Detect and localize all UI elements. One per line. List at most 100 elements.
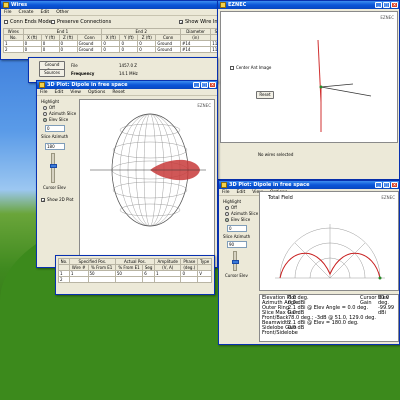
menu-other[interactable]: Other (56, 9, 69, 15)
info-value: -99.99 dBi (378, 305, 395, 316)
highlight-label: Highlight (223, 199, 242, 204)
table-cell[interactable]: Ground (155, 46, 182, 53)
polar-grid (275, 224, 385, 279)
table-cell[interactable]: 0 (119, 46, 139, 53)
table-cell[interactable] (114, 276, 144, 283)
conn-ends-option[interactable]: Conn Ends Mode (4, 19, 52, 25)
close-button[interactable]: × (391, 182, 398, 188)
table-cell[interactable]: 2 (3, 46, 24, 53)
slider-thumb[interactable] (232, 260, 239, 264)
menu-view[interactable]: View (70, 89, 81, 95)
x-axis (320, 83, 354, 88)
radio-elev[interactable]: Elev Slice (225, 217, 250, 222)
sources-button[interactable]: Sources (39, 69, 65, 77)
minimize-button[interactable]: _ (375, 2, 382, 8)
frequency-label: Frequency (71, 71, 95, 76)
close-button[interactable]: × (391, 2, 398, 8)
table-cell[interactable] (180, 276, 199, 283)
table-cell[interactable] (197, 276, 212, 283)
subcol: Wire # (68, 264, 89, 271)
slice-azimuth-spinner[interactable]: 0 (227, 225, 247, 232)
view-titlebar[interactable]: EZNEC _ □ × (218, 1, 399, 9)
table-cell[interactable]: 0 (40, 46, 60, 53)
cursor-marker (378, 276, 382, 280)
polar-plot-window: 3D Plot: Dipole in free space _ □ × File… (218, 180, 400, 345)
info-value: 0.0 dB (288, 325, 305, 331)
radio-azimuth-button[interactable] (43, 112, 47, 116)
maximize-button[interactable]: □ (201, 82, 208, 88)
center-ant-checkbox-area[interactable]: Center Ant Image (230, 65, 271, 70)
menu-options[interactable]: Options (88, 89, 105, 95)
maximize-button[interactable]: □ (383, 182, 390, 188)
menu-edit[interactable]: Edit (55, 89, 64, 95)
table-cell[interactable] (87, 276, 116, 283)
conn-ends-checkbox[interactable] (4, 19, 8, 24)
table-cell[interactable]: 0 (137, 46, 157, 53)
polar-titlebar[interactable]: 3D Plot: Dipole in free space _ □ × (219, 181, 399, 189)
polar-canvas[interactable]: Total Field EZNEC (259, 191, 399, 291)
table-cell[interactable] (68, 276, 89, 283)
menu-file[interactable]: File (4, 9, 12, 15)
menu-create[interactable]: Create (19, 9, 34, 15)
show-insulation-checkbox[interactable] (179, 19, 183, 24)
menu-edit[interactable]: Edit (40, 9, 49, 15)
menu-file[interactable]: File (222, 189, 230, 195)
radio-elev-button[interactable] (225, 218, 229, 222)
cursor-elev-spinner[interactable]: 180 (45, 143, 65, 150)
radio-off-button[interactable] (43, 106, 47, 110)
table-cell[interactable]: 0 (101, 46, 121, 53)
maximize-button[interactable]: □ (383, 2, 390, 8)
table-cell[interactable]: Ground (76, 46, 103, 53)
table-cell[interactable] (154, 276, 182, 283)
plot3d-canvas[interactable]: EZNEC (79, 99, 215, 265)
reset-button[interactable]: Reset (256, 91, 274, 99)
minimize-button[interactable]: _ (193, 82, 200, 88)
slice-azimuth-spinner[interactable]: 0 (45, 125, 65, 132)
cursor-elev-slider[interactable] (232, 251, 239, 271)
table-cell[interactable]: 0 (58, 46, 78, 53)
plot3d-titlebar[interactable]: 3D Plot: Dipole in free space _ □ × (37, 81, 217, 89)
table-cell[interactable]: #14 (180, 46, 212, 53)
show-2d-option[interactable]: Show 2D Plot (41, 197, 74, 202)
view-canvas[interactable]: EZNEC (220, 11, 398, 143)
file-value: 1457.0 Z (119, 63, 138, 68)
app-icon (39, 82, 45, 88)
menu-reset[interactable]: Reset (112, 89, 125, 95)
radio-azimuth[interactable]: Azimuth Slice (43, 111, 76, 116)
table-cell[interactable] (142, 276, 156, 283)
subcol: (deg.) (180, 264, 199, 271)
radio-off[interactable]: Off (43, 105, 55, 110)
radio-off-button[interactable] (225, 206, 229, 210)
cursor-elev-label: Cursor Elev (43, 185, 66, 190)
table-cell[interactable]: 0 (22, 46, 42, 53)
menu-file[interactable]: File (40, 89, 48, 95)
preserve-option[interactable]: Preserve Connections (51, 19, 111, 25)
plot3d-window: 3D Plot: Dipole in free space _ □ × File… (36, 80, 218, 268)
polar-info-panel: Elevation Plot Azimuth Angle Outer Ring … (259, 294, 399, 342)
app-icon (220, 2, 226, 8)
close-button[interactable]: × (209, 82, 216, 88)
radio-elev-button[interactable] (43, 118, 47, 122)
table-row[interactable]: 2 (58, 276, 212, 283)
app-icon (3, 2, 9, 8)
col-amplitude[interactable]: Amplitude (154, 258, 182, 265)
selection-status: No wires selected (258, 152, 294, 157)
slice-azimuth-label: Slice Azimuth (41, 134, 69, 139)
radio-off[interactable]: Off (225, 205, 237, 210)
slider-thumb[interactable] (50, 164, 57, 168)
show-2d-checkbox[interactable] (41, 198, 45, 202)
cursor-elev-slider[interactable] (50, 153, 57, 183)
minimize-button[interactable]: _ (375, 182, 382, 188)
col-phase[interactable]: Phase (180, 258, 199, 265)
antenna-view-svg (317, 39, 372, 132)
radio-azimuth[interactable]: Azimuth Slice (225, 211, 258, 216)
table-cell[interactable]: 2 (58, 276, 70, 283)
radio-elev[interactable]: Elev Slice (43, 117, 68, 122)
info-right-value-column: 90.0 deg. -99.99 dBi (378, 296, 398, 316)
center-checkbox[interactable] (230, 66, 234, 70)
radio-azimuth-button[interactable] (225, 212, 229, 216)
sources-table[interactable]: No. Specified Pos. Actual Pos. Amplitude… (58, 258, 212, 283)
cursor-elev-spinner[interactable]: 90 (227, 241, 247, 248)
preserve-checkbox[interactable] (51, 19, 55, 24)
menu-edit[interactable]: Edit (237, 189, 246, 195)
